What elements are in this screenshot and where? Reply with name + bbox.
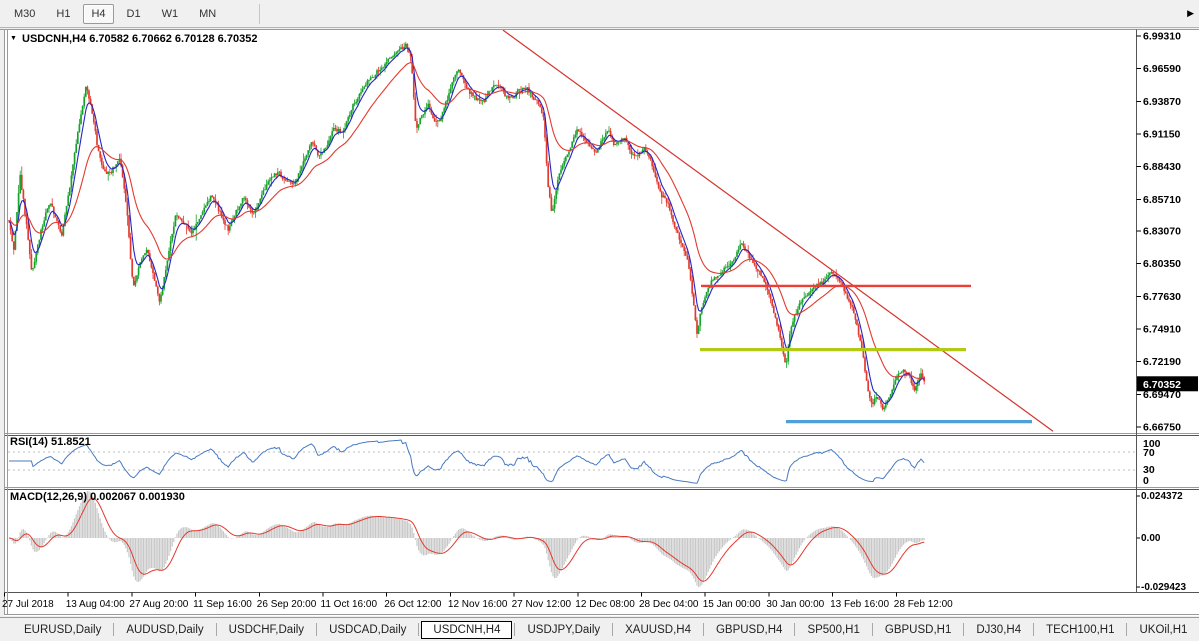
tab-separator (963, 623, 964, 636)
time-axis-label: 26 Oct 12:00 (384, 599, 442, 610)
macd-scale-label: 0.024372 (1141, 491, 1183, 502)
tab-separator (216, 623, 217, 636)
price-axis-label: 6.83070 (1143, 226, 1181, 238)
time-axis-label: 27 Nov 12:00 (512, 599, 572, 610)
chart-tab-usdjpy-daily[interactable]: USDJPY,Daily (517, 621, 610, 639)
tab-separator (316, 623, 317, 636)
chart-tab-eurusd-daily[interactable]: EURUSD,Daily (14, 621, 111, 639)
tab-separator (703, 623, 704, 636)
time-axis-label: 13 Aug 04:00 (66, 599, 125, 610)
price-axis-label: 6.91150 (1143, 129, 1181, 141)
tab-scroll-right-button[interactable]: ▶ (1187, 8, 1194, 19)
chart-tab-bar: EURUSD,Daily AUDUSD,Daily USDCHF,Daily USDC… (0, 617, 1199, 641)
time-axis-label: 11 Oct 16:00 (321, 599, 378, 610)
tab-separator (514, 623, 515, 636)
tab-separator (612, 623, 613, 636)
time-axis-label: 27 Aug 20:00 (129, 599, 188, 610)
price-axis-label: 6.72190 (1143, 356, 1181, 368)
time-axis-label: 28 Feb 12:00 (894, 599, 953, 610)
time-axis-label: 27 Jul 2018 (2, 599, 54, 610)
application-window: M30H1H4D1W1MN 6.993106.965906.938706.911… (0, 0, 1199, 641)
chart-tab-xauusd-h4[interactable]: XAUUSD,H4 (615, 621, 701, 639)
tab-separator (872, 623, 873, 636)
symbol-dropdown-icon[interactable]: ▼ (10, 35, 17, 42)
chart-tab-audusd-daily[interactable]: AUDUSD,Daily (116, 621, 213, 639)
price-axis-label: 6.80350 (1143, 258, 1181, 270)
rsi-indicator-label: RSI(14) 51.8521 (10, 436, 91, 448)
time-axis-label: 30 Jan 00:00 (766, 599, 824, 610)
time-axis-label: 11 Sep 16:00 (193, 599, 252, 610)
macd-scale-label: 0.00 (1141, 533, 1161, 544)
tab-separator (1126, 623, 1127, 636)
price-axis-label: 6.99310 (1143, 31, 1181, 43)
chart-canvas[interactable]: 6.99310 6.96590 6.93870 6.91150 6.88430 6.857… (0, 0, 1199, 641)
time-axis-label: 26 Sep 20:00 (257, 599, 317, 610)
tab-separator (794, 623, 795, 636)
macd-indicator-label: MACD(12,26,9) 0.002067 0.001930 (10, 491, 185, 503)
tab-separator (1033, 623, 1034, 636)
price-axis-label: 6.74910 (1143, 324, 1181, 336)
tab-separator (113, 623, 114, 636)
chart-tab-sp500-h1[interactable]: SP500,H1 (797, 621, 869, 639)
price-axis-label: 6.96590 (1143, 63, 1181, 75)
macd-scale-label: -0.029423 (1141, 582, 1186, 593)
price-axis-label: 6.77630 (1143, 291, 1181, 303)
rsi-scale-label: 70 (1143, 447, 1155, 459)
chart-tab-gbpusd-h1[interactable]: GBPUSD,H1 (875, 621, 961, 639)
current-price-tag-text: 6.70352 (1143, 379, 1181, 391)
time-axis-label: 28 Dec 04:00 (639, 599, 699, 610)
time-axis-label: 13 Feb 16:00 (830, 599, 889, 610)
chart-tab-dj30-h4[interactable]: DJ30,H4 (966, 621, 1031, 639)
price-axis-label: 6.88430 (1143, 161, 1181, 173)
chart-tab-gbpusd-h4[interactable]: GBPUSD,H4 (706, 621, 792, 639)
time-axis-label: 12 Dec 08:00 (575, 599, 635, 610)
time-axis-label: 15 Jan 00:00 (703, 599, 761, 610)
time-axis-label: 12 Nov 16:00 (448, 599, 508, 610)
price-axis-label: 6.85710 (1143, 194, 1181, 206)
time-axis: 27 Jul 2018 13 Aug 04:00 27 Aug 20:00 11 Se… (2, 599, 953, 610)
tab-separator (418, 623, 419, 636)
chart-tab-tech100-h1[interactable]: TECH100,H1 (1036, 621, 1124, 639)
chart-tab-usdcnh-h4[interactable]: USDCNH,H4 (421, 621, 512, 639)
chart-tab-usdcad-daily[interactable]: USDCAD,Daily (319, 621, 416, 639)
chart-tab-usdchf-daily[interactable]: USDCHF,Daily (219, 621, 314, 639)
chart-title-ohlc: USDCNH,H4 6.70582 6.70662 6.70128 6.7035… (22, 33, 257, 45)
price-axis-label: 6.93870 (1143, 96, 1181, 108)
price-axis-label: 6.66750 (1143, 422, 1181, 434)
rsi-scale-label: 0 (1143, 475, 1149, 487)
chart-tab-ukoil-h1[interactable]: UKOil,H1 (1129, 621, 1197, 639)
